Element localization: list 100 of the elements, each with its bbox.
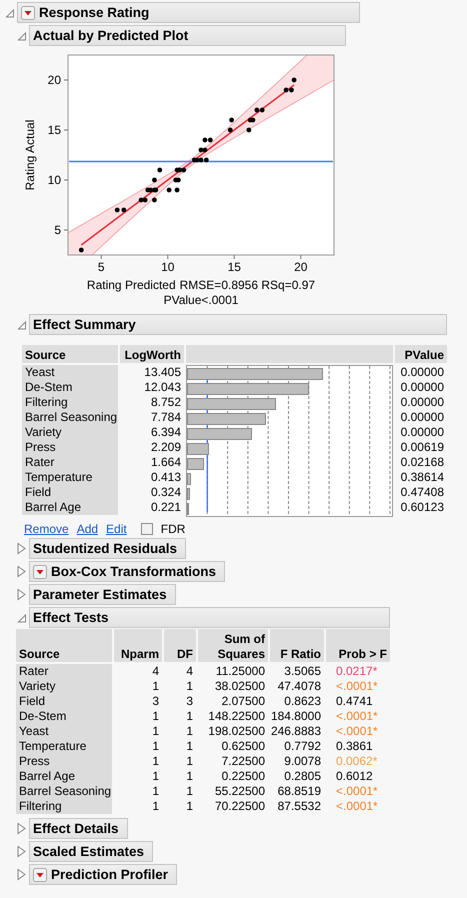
table-cell-text: <.0001*	[335, 709, 379, 724]
table-cell-text: 0.38614	[400, 470, 445, 485]
outline-title: Prediction Profiler	[51, 867, 168, 882]
table-cell-text: 1.664	[150, 455, 182, 470]
outline-header[interactable]: Parameter Estimates	[29, 584, 176, 605]
table-cell-text: 0.7792	[283, 739, 322, 754]
table-cell-text: 9.0078	[283, 754, 322, 769]
table-cell-text: 0.8623	[283, 694, 322, 709]
table-cell: Yeast	[16, 724, 112, 739]
expanded-triangle-icon[interactable]	[4, 6, 15, 19]
table-cell-text: <.0001*	[335, 724, 379, 739]
expanded-triangle-icon[interactable]	[16, 29, 27, 42]
table-cell-text: 1	[185, 724, 194, 739]
table-cell-text: 0.00000	[400, 410, 445, 425]
checkbox[interactable]	[140, 523, 153, 535]
table-cell-text: 1	[185, 754, 194, 769]
data-point	[246, 128, 252, 132]
table-cell: De-Stem	[22, 380, 118, 395]
outline-header[interactable]: Effect Tests	[29, 607, 390, 628]
table-cell-text: 47.4078	[276, 679, 322, 694]
outline-title: Effect Summary	[33, 317, 136, 332]
outline-header[interactable]: Prediction Profiler	[29, 864, 178, 885]
data-point	[228, 128, 233, 132]
outline-header[interactable]: Box-Cox Transformations	[29, 561, 226, 582]
collapsed-triangle-icon[interactable]	[16, 542, 27, 555]
table-cell-text: 2.07500	[220, 694, 266, 709]
table-cell-text: 7.22500	[220, 754, 266, 769]
table-cell: Variety	[16, 679, 112, 694]
table-cell-text: 70.22500	[214, 799, 266, 814]
collapsed-triangle-icon[interactable]	[16, 565, 27, 578]
outline-header[interactable]: Actual by Predicted Plot	[29, 25, 346, 46]
table-cell: Barrel Seasoning	[22, 410, 118, 425]
collapsed-triangle-icon[interactable]	[16, 822, 27, 835]
table-cell-text: 0.3861	[335, 739, 374, 754]
outline-title: Parameter Estimates	[33, 587, 167, 602]
table-cell: Barrel Age	[22, 500, 118, 515]
table-cell-text: 0.00619	[400, 440, 445, 455]
collapsed-triangle-icon[interactable]	[16, 588, 27, 601]
table-cell-text: 0.0062*	[335, 754, 378, 769]
table-cell-text: 0.00000	[400, 395, 445, 410]
table-cell-text: 0.62500	[220, 739, 266, 754]
table-cell-text: 12.043	[143, 380, 182, 395]
table-cell-text: 2.209	[150, 440, 182, 455]
expanded-triangle-icon[interactable]	[16, 318, 27, 331]
outline-header[interactable]: Effect Details	[29, 818, 128, 839]
data-point	[174, 188, 180, 192]
table-cell: Variety	[22, 425, 118, 440]
table-cell-text: <.0001*	[335, 784, 379, 799]
data-point	[152, 198, 157, 202]
outline-title: Studentized Residuals	[33, 541, 178, 556]
data-point	[152, 178, 157, 182]
dropdown-menu-icon[interactable]	[21, 6, 35, 20]
table-cell-text: 11.25000	[214, 664, 266, 679]
table-cell-text: 0.4741	[335, 694, 374, 709]
outline-header[interactable]: Response Rating	[17, 2, 360, 23]
table-cell: Press	[22, 440, 118, 455]
axis-label: Rating Actual	[23, 120, 37, 190]
column-header: Nparm	[114, 629, 162, 662]
table-cell-text: 3	[151, 694, 160, 709]
dropdown-menu-icon[interactable]	[33, 868, 47, 882]
table-cell-text: <.0001*	[335, 679, 379, 694]
table-cell-text: 3.5065	[283, 664, 322, 679]
table-cell: Temperature	[16, 739, 112, 754]
table-cell-text: 0.00000	[400, 380, 445, 395]
table-cell-text: 1	[185, 769, 194, 784]
column-header: Prob > F	[326, 629, 390, 662]
table-cell: Temperature	[22, 470, 118, 485]
data-point	[292, 78, 296, 82]
outline-header[interactable]: Scaled Estimates	[29, 841, 154, 862]
expanded-triangle-icon[interactable]	[16, 611, 27, 624]
collapsed-triangle-icon[interactable]	[16, 845, 27, 858]
action-link[interactable]: Edit	[106, 522, 127, 536]
dropdown-menu-icon[interactable]	[33, 564, 47, 578]
outline-title: Actual by Predicted Plot	[33, 28, 188, 43]
data-point	[78, 248, 84, 252]
tick-label: 15	[228, 260, 241, 273]
fit-statistics: PValue<.0001	[164, 293, 238, 308]
table-cell-text: 3	[185, 694, 194, 709]
column-header: PValue	[395, 345, 447, 363]
table-cell-text: 7.784	[150, 410, 182, 425]
tick-label: 20	[294, 260, 308, 273]
outline-header[interactable]: Effect Summary	[29, 314, 447, 335]
table-cell-text: 1	[151, 739, 160, 754]
collapsed-triangle-icon[interactable]	[16, 868, 27, 881]
table-cell-text: 1	[151, 709, 160, 724]
table-cell-text: 68.8519	[276, 784, 322, 799]
table-cell-text: 1	[185, 679, 194, 694]
table-cell: Barrel Seasoning	[16, 784, 112, 799]
table-cell: Field	[22, 485, 118, 500]
action-link[interactable]: Add	[76, 522, 98, 536]
outline-header[interactable]: Studentized Residuals	[29, 538, 186, 559]
action-link[interactable]: Remove	[24, 522, 69, 536]
table-cell-text: 1	[151, 769, 160, 784]
data-point	[229, 118, 234, 122]
outline-title: Effect Tests	[33, 610, 109, 625]
column-header: Sum of Squares	[198, 629, 268, 662]
table-cell-text: 4	[151, 664, 160, 679]
table-cell-text: 148.22500	[207, 709, 266, 724]
table-cell-text: 1	[151, 724, 160, 739]
tick-label: 15	[48, 123, 61, 137]
